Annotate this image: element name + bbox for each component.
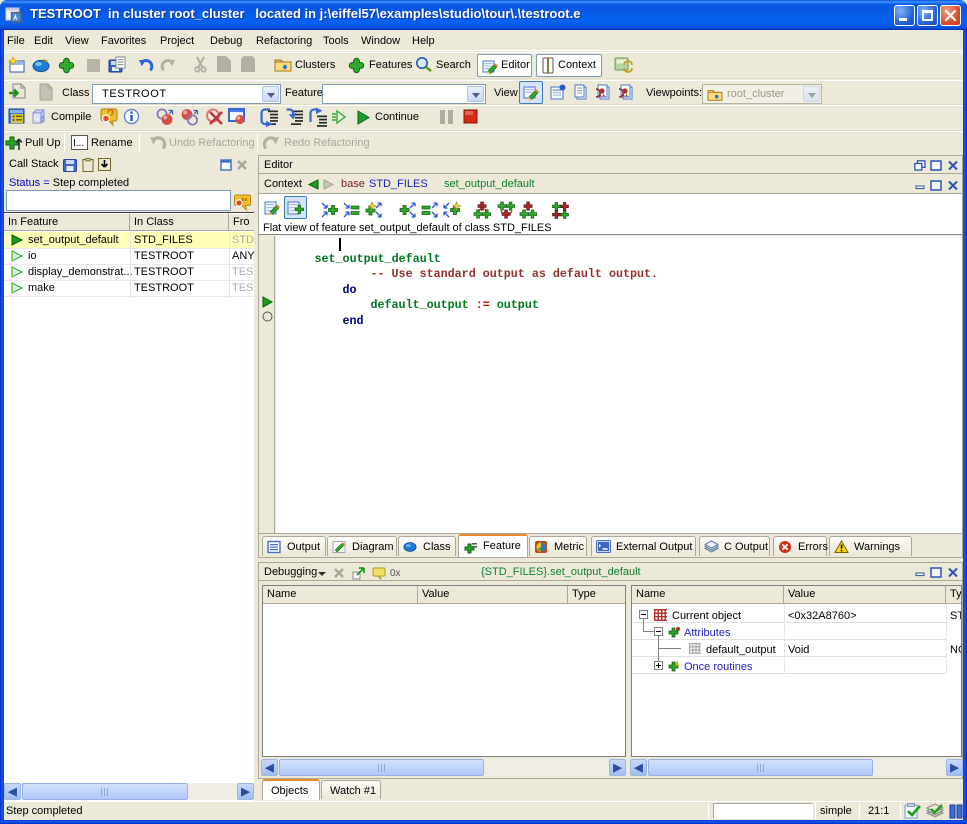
svg-text:I...: I... <box>73 138 84 149</box>
